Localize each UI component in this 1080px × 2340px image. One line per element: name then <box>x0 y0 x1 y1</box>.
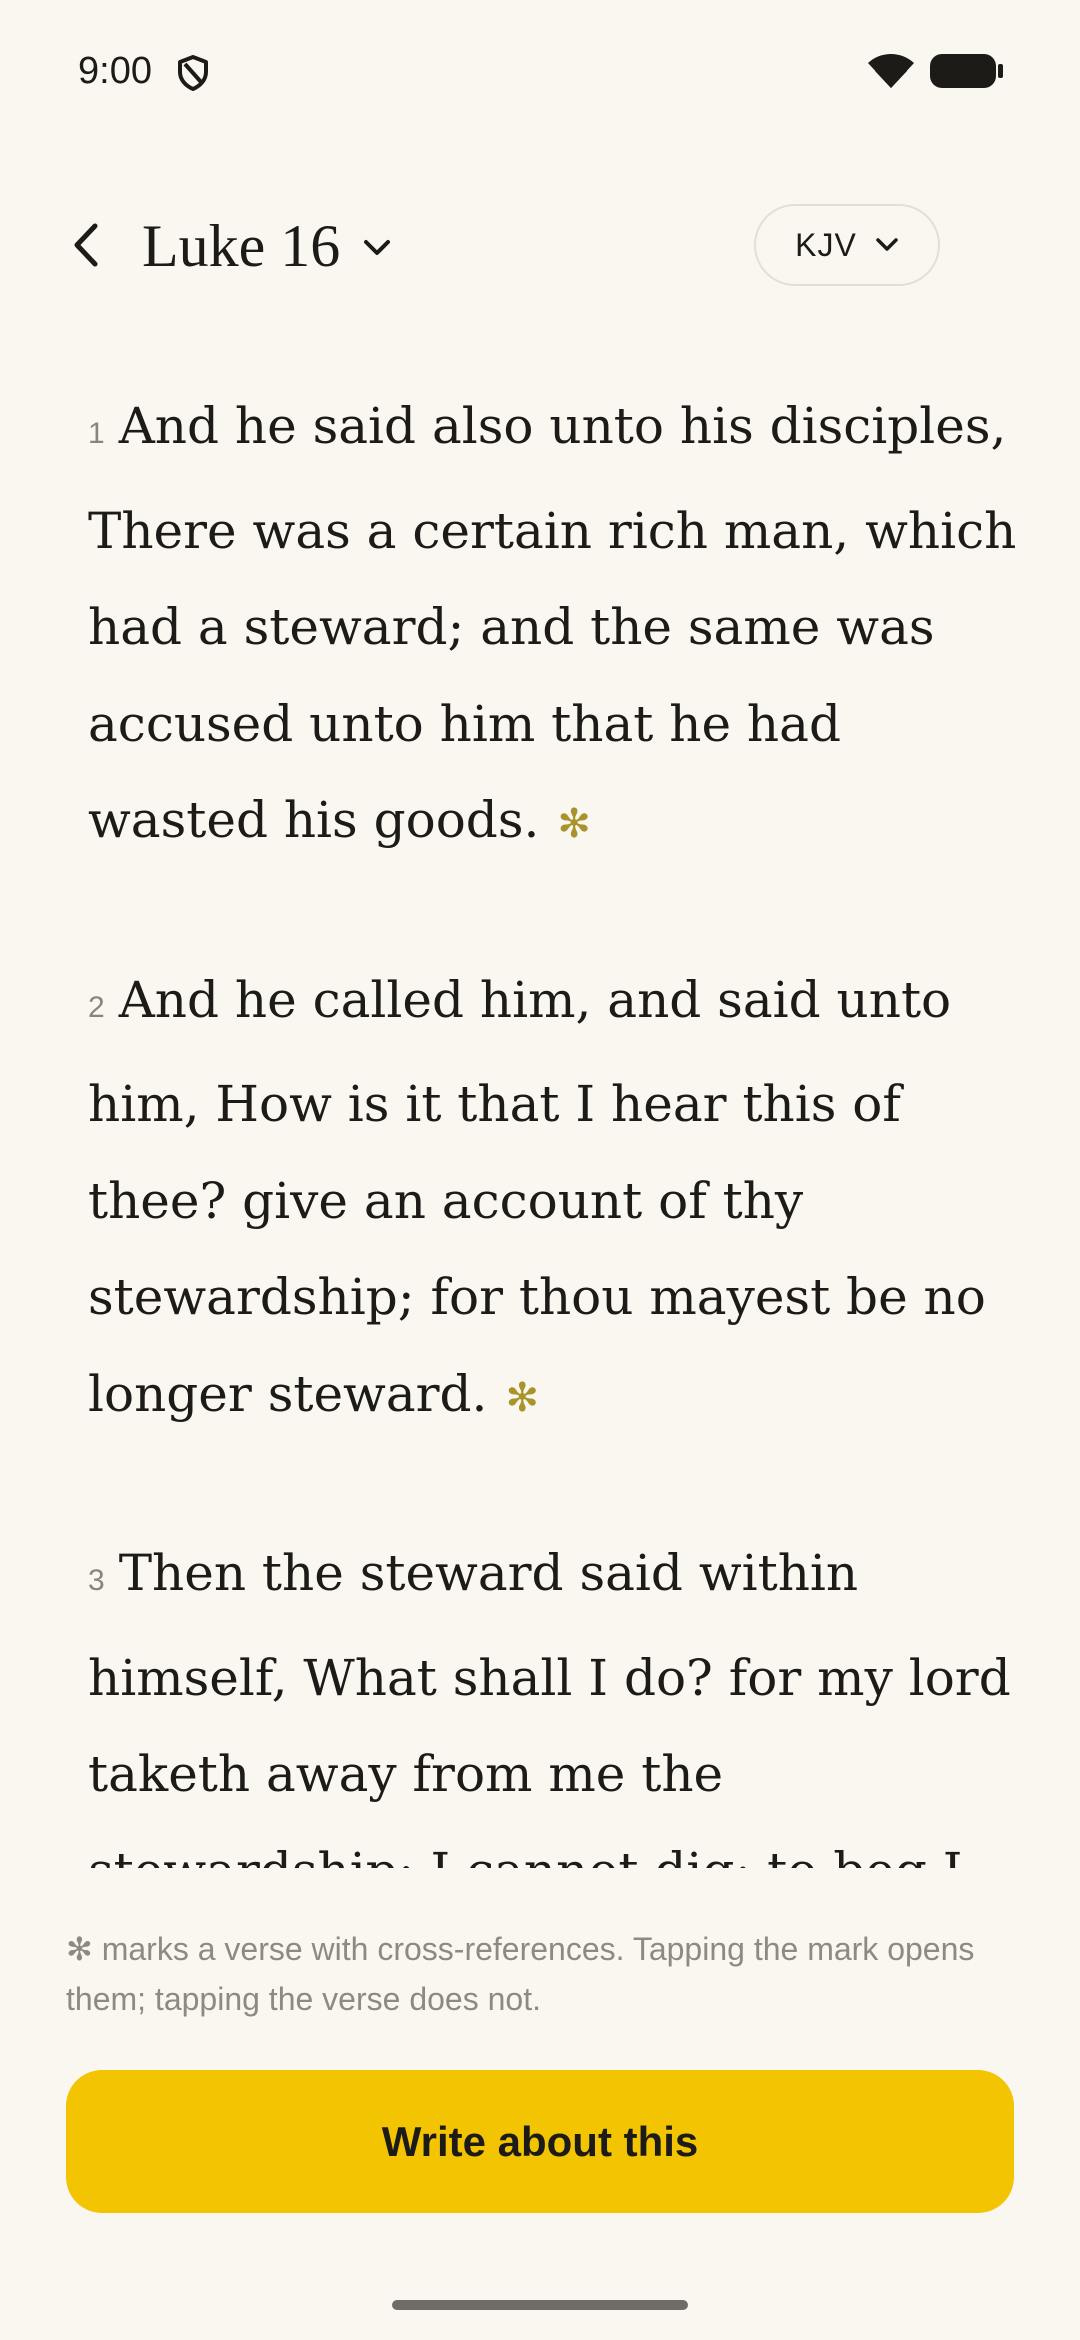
verse[interactable]: 2 And he called him, and said unto him, H… <box>88 952 1018 1447</box>
verse-text: Then the steward said within himself, Wh… <box>88 1544 1011 1868</box>
verse-text: And he said also unto his disciples, The… <box>88 397 1017 849</box>
version-label: KJV <box>795 226 857 263</box>
status-time: 9:00 <box>78 50 152 92</box>
back-button[interactable] <box>56 212 116 282</box>
shield-icon <box>176 54 210 92</box>
version-selector[interactable]: KJV <box>754 204 940 286</box>
chevron-left-icon <box>71 222 101 272</box>
verse[interactable]: 3 Then the steward said within himself, W… <box>88 1525 1018 1868</box>
status-bar: 9:00 <box>0 0 1080 140</box>
write-button-label: Write about this <box>381 2117 699 2165</box>
verse[interactable]: 1 And he said also unto his disciples, Th… <box>88 378 1018 873</box>
reader-header: Luke 16 KJV <box>0 190 1080 300</box>
verse-text: And he called him, and said unto him, Ho… <box>88 970 986 1423</box>
chevron-down-icon <box>362 238 392 258</box>
verse-number: 1 <box>88 417 105 450</box>
chapter-title: Luke 16 <box>142 213 341 279</box>
chapter-selector[interactable]: Luke 16 <box>142 206 392 286</box>
write-about-this-button[interactable]: Write about this <box>66 2070 1014 2213</box>
wifi-icon <box>866 52 916 90</box>
verse-number: 2 <box>88 990 105 1024</box>
home-indicator[interactable] <box>392 2300 688 2310</box>
chevron-down-icon <box>875 237 899 253</box>
crossref-mark-icon[interactable]: ✻ <box>505 1375 539 1421</box>
verse-number: 3 <box>88 1564 105 1597</box>
battery-icon <box>928 52 1004 90</box>
scripture-text: 1 And he said also unto his disciples, Th… <box>88 378 1018 1868</box>
crossref-mark-icon[interactable]: ✻ <box>557 801 591 847</box>
crossref-footnote: ✻ marks a verse with cross-references. T… <box>66 1931 975 2017</box>
